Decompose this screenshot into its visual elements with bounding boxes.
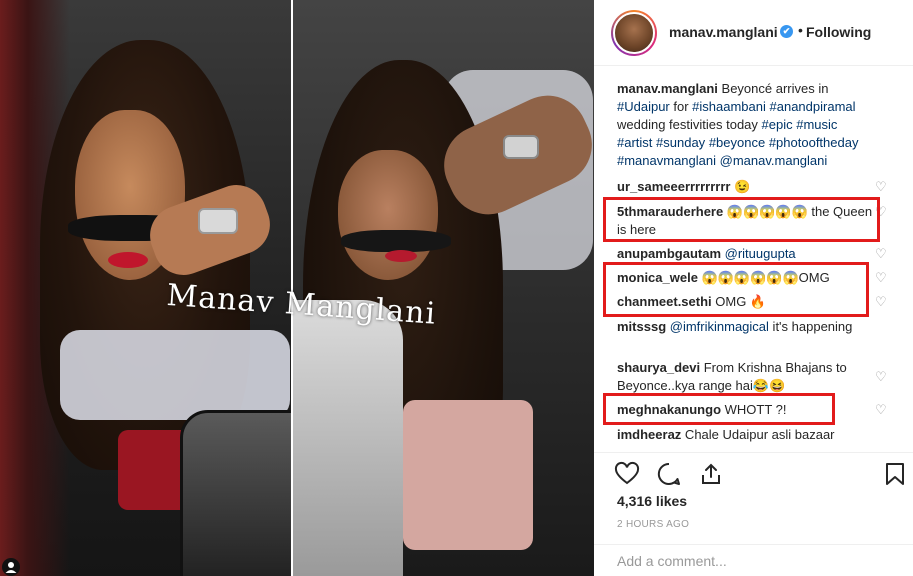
hashtag-link[interactable]: #photooftheday <box>769 135 859 150</box>
comment-item: mitsssg @imfrikinmagical it's happening <box>617 318 879 336</box>
verified-badge-icon: ✔ <box>780 25 793 38</box>
comment-item: anupambgautam @rituugupta <box>617 245 879 263</box>
like-comment-heart-icon[interactable]: ♡ <box>875 402 887 418</box>
add-comment-input[interactable] <box>617 553 887 569</box>
comment-item: shaurya_devi From Krishna Bhajans to Bey… <box>617 359 879 395</box>
photo-sunglasses <box>341 230 451 252</box>
like-comment-heart-icon[interactable]: ♡ <box>875 270 887 286</box>
post-timestamp[interactable]: 2 HOURS AGO <box>617 519 689 530</box>
caption-text: for <box>669 99 693 114</box>
caption-text: wedding festivities today <box>617 117 762 132</box>
comment-icon[interactable] <box>656 461 682 487</box>
following-button[interactable]: Following <box>806 24 871 40</box>
like-comment-heart-icon[interactable]: ♡ <box>875 369 887 385</box>
comment-item: imdheeraz Chale Udaipur asli bazaar <box>617 426 879 444</box>
comment-text: Chale Udaipur asli bazaar <box>681 427 835 442</box>
mention-link[interactable]: @manav.manglani <box>720 153 828 168</box>
tag-person-icon[interactable] <box>2 558 20 576</box>
photo-shirt <box>60 330 290 420</box>
like-comment-heart-icon[interactable]: ♡ <box>875 246 887 262</box>
photo-panel-right <box>293 0 594 576</box>
hashtag-link[interactable]: #ishaambani <box>692 99 766 114</box>
photo-watch <box>198 208 238 234</box>
likes-count[interactable]: 4,316 likes <box>617 493 687 509</box>
mention-link[interactable]: @rituugupta <box>725 246 796 261</box>
comments-list[interactable]: manav.manglani Beyoncé arrives in #Udaip… <box>594 66 913 452</box>
bookmark-icon[interactable] <box>882 461 908 487</box>
photo-face <box>338 150 438 280</box>
highlight-box <box>603 393 835 425</box>
comment-item: ur_sameeerrrrrrrrr 😉 <box>617 178 879 196</box>
post-actions: 4,316 likes 2 HOURS AGO <box>594 452 913 542</box>
caption-username[interactable]: manav.manglani <box>617 81 718 96</box>
avatar-story-ring[interactable] <box>611 10 657 56</box>
share-icon[interactable] <box>698 461 724 487</box>
like-comment-heart-icon[interactable]: ♡ <box>875 294 887 310</box>
avatar[interactable] <box>613 12 655 54</box>
hashtag-link[interactable]: #epic <box>762 117 793 132</box>
caption-text: Beyoncé arrives in <box>721 81 829 96</box>
hashtag-link[interactable]: #Udaipur <box>617 99 670 114</box>
comment-text: 😉 <box>730 179 751 194</box>
highlight-box <box>603 262 869 317</box>
like-comment-heart-icon[interactable]: ♡ <box>875 179 887 195</box>
photo-car-door <box>293 300 403 576</box>
add-comment-bar <box>594 544 913 576</box>
hashtag-link[interactable]: #sunday <box>656 135 705 150</box>
post-sidebar: manav.manglani ✔ • Following manav.mangl… <box>594 0 913 576</box>
hashtag-link[interactable]: #music <box>796 117 837 132</box>
mention-link[interactable]: @imfrikinmagical <box>670 319 769 334</box>
post-header: manav.manglani ✔ • Following <box>594 0 913 66</box>
comment-username[interactable]: imdheeraz <box>617 427 681 442</box>
post-photo[interactable]: Manav Manglani <box>0 0 594 576</box>
header-separator: • <box>798 22 803 38</box>
photo-pink-bag <box>403 400 533 550</box>
comment-username[interactable]: mitsssg <box>617 319 666 334</box>
hashtag-link[interactable]: #artist <box>617 135 652 150</box>
photo-car-door <box>180 410 291 576</box>
caption: manav.manglani Beyoncé arrives in #Udaip… <box>617 80 879 170</box>
hashtag-link[interactable]: #beyonce <box>709 135 765 150</box>
photo-lips <box>385 250 417 262</box>
header-username[interactable]: manav.manglani <box>669 24 778 40</box>
hashtag-link[interactable]: #anandpiramal <box>770 99 856 114</box>
heart-icon[interactable] <box>614 461 640 487</box>
comment-text: it's happening <box>768 319 853 334</box>
photo-lips <box>108 252 148 268</box>
hashtag-link[interactable]: #manavmanglani <box>617 153 716 168</box>
comment-username[interactable]: anupambgautam <box>617 246 721 261</box>
photo-watch <box>503 135 539 159</box>
comment-username[interactable]: ur_sameeerrrrrrrrr <box>617 179 730 194</box>
comment-username[interactable]: shaurya_devi <box>617 360 700 375</box>
highlight-box <box>603 197 880 242</box>
